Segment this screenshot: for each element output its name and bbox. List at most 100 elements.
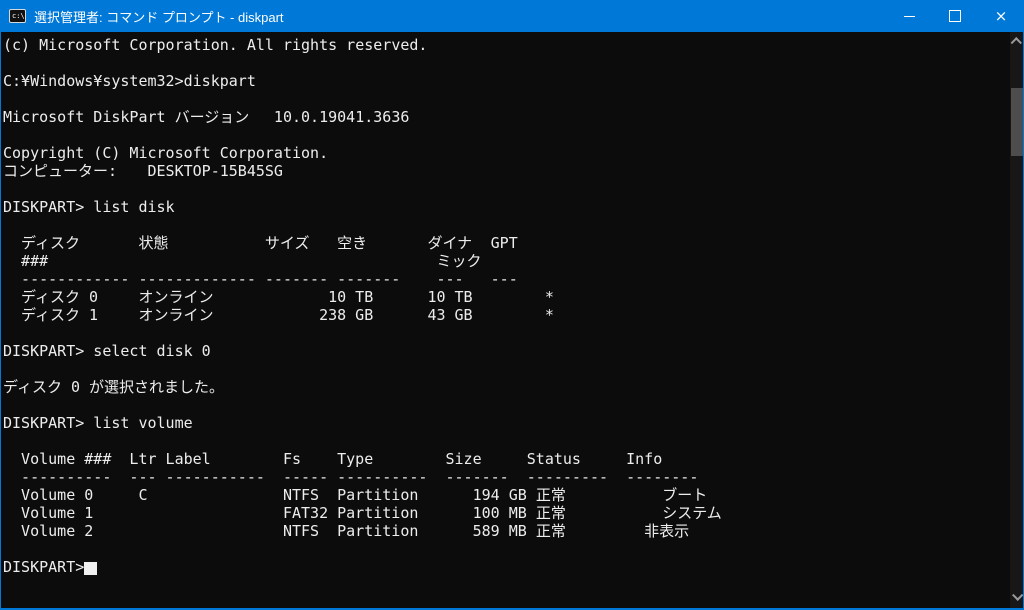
console-text: DISKPART> list disk — [3, 198, 175, 216]
console-text: --- — [490, 270, 518, 288]
console-text: システム — [662, 504, 722, 522]
console-text: ---------- — [337, 468, 428, 486]
console-text: ディスク 1 — [21, 306, 99, 324]
console-text: ------------- — [138, 270, 256, 288]
console-text: Label — [165, 450, 211, 468]
console-text: 10.0.19041.3636 — [273, 108, 410, 126]
console-text: 194 GB — [472, 486, 527, 504]
console-line: DISKPART> list volume — [3, 414, 1003, 432]
console-text: Partition — [337, 504, 419, 522]
console-text: 状態 — [138, 234, 169, 252]
console-text: 589 MB — [472, 522, 527, 540]
console-text: 10 TB — [328, 288, 374, 306]
console-text: Partition — [337, 522, 419, 540]
console-text: ------- — [337, 270, 401, 288]
console-text: 100 MB — [472, 504, 527, 522]
console-text: ------- — [445, 468, 509, 486]
console-line: ディスク 状態 サイズ 空き ダイナ GPT — [3, 234, 1003, 252]
console-line: ----------------------------------------… — [3, 270, 1003, 288]
console-text: 10 TB — [427, 288, 473, 306]
console-text: DISKPART> list volume — [3, 414, 193, 432]
console-line: Volume ### Ltr Label Fs Type Size Status Info — [3, 450, 1003, 468]
console-line: ディスク 0 が選択されました。 — [3, 378, 1003, 396]
console-text: ディスク 0 が選択されました。 — [3, 378, 225, 396]
console-text: Size — [445, 450, 482, 468]
console-text: 43 GB — [427, 306, 473, 324]
console-line: DISKPART> select disk 0 — [3, 342, 1003, 360]
maximize-button[interactable] — [932, 0, 978, 32]
close-button[interactable]: × — [978, 0, 1024, 32]
scrollbar-thumb[interactable] — [1011, 88, 1023, 156]
chevron-down-icon — [1012, 589, 1024, 601]
console-line: DISKPART> — [3, 558, 1003, 576]
console-text: オンライン — [138, 288, 214, 306]
console-text: DISKPART> select disk 0 — [3, 342, 211, 360]
console-text: Fs — [282, 450, 302, 468]
console-text: コンピューター: — [3, 162, 118, 180]
console-text: ### — [21, 252, 49, 270]
console-text: ディスク 0 — [21, 288, 99, 306]
console-text: 238 GB — [319, 306, 374, 324]
console-line: Copyright (C) Microsoft Corporation. — [3, 144, 1003, 162]
console-line: ディスク 0 オンライン 10 TB 10 TB * — [3, 288, 1003, 306]
vertical-scrollbar[interactable] — [1010, 32, 1024, 608]
chevron-up-icon — [1010, 37, 1022, 49]
console-text: Volume 1 — [21, 504, 94, 522]
console-line: (c) Microsoft Corporation. All rights re… — [3, 36, 1003, 54]
console-text: --------- — [526, 468, 609, 486]
console-text: Ltr — [129, 450, 157, 468]
console-line: Volume 2 NTFS Partition 589 MB 正常 非表示 — [3, 522, 1003, 540]
console-output[interactable]: (c) Microsoft Corporation. All rights re… — [0, 32, 1010, 608]
console-text: ----------- — [165, 468, 265, 486]
console-text: NTFS — [282, 522, 320, 540]
console-text: ------- — [264, 270, 329, 288]
cmd-window: c:\ 選択管理者: コマンド プロンプト - diskpart × (c) M… — [0, 0, 1024, 610]
console-line: ディスク 1 オンライン 238 GB 43 GB * — [3, 306, 1003, 324]
console-text: DISKPART> — [3, 558, 85, 576]
console-line: Volume 1 FAT32 Partition 100 MB 正常 システム — [3, 504, 1003, 522]
console-line: Volume 0 C NTFS Partition 194 GB 正常 ブート — [3, 486, 1003, 504]
console-line: Microsoft DiskPart バージョン 10.0.19041.3636 — [3, 108, 1003, 126]
minimize-button[interactable] — [886, 0, 932, 32]
console-text: 正常 — [535, 522, 566, 540]
console-text: ----- — [282, 468, 329, 486]
console-line: コンピューター: DESKTOP-15B45SG — [3, 162, 1003, 180]
console-text: 正常 — [535, 504, 566, 522]
console-text: ディスク — [21, 234, 80, 252]
console-text: Type — [337, 450, 374, 468]
console-text: * — [544, 288, 554, 306]
console-text: --- — [436, 270, 464, 288]
console-line: C:¥Windows¥system32>diskpart — [3, 72, 1003, 90]
console-text: サイズ — [264, 234, 310, 252]
console-text: Copyright (C) Microsoft Corporation. — [3, 144, 329, 162]
console-line: ----------------------------------------… — [3, 468, 1003, 486]
console-text: 非表示 — [644, 522, 690, 540]
maximize-icon — [949, 10, 961, 22]
console-text: ダイナ — [427, 234, 473, 252]
console-text: ---------- — [21, 468, 112, 486]
console-text: C:¥Windows¥system32>diskpart — [3, 72, 256, 90]
console-text: Microsoft DiskPart — [3, 108, 166, 126]
minimize-icon — [903, 15, 915, 17]
console-text: GPT — [490, 234, 518, 252]
title-bar[interactable]: c:\ 選択管理者: コマンド プロンプト - diskpart × — [0, 0, 1024, 32]
console-text: バージョン — [174, 108, 250, 126]
scroll-down-button[interactable] — [1010, 588, 1024, 604]
console-text: Volume ### — [21, 450, 112, 468]
console-text: Volume 0 — [21, 486, 94, 504]
console-text: 空き — [337, 234, 368, 252]
cmd-icon: c:\ — [9, 9, 26, 23]
console-text: Volume 2 — [21, 522, 94, 540]
console-text: FAT32 — [282, 504, 329, 522]
console-text: (c) Microsoft Corporation. All rights re… — [3, 36, 428, 54]
scroll-up-button[interactable] — [1010, 34, 1024, 50]
console-text: Status — [526, 450, 581, 468]
console-text: C — [138, 486, 148, 504]
console-text: Info — [626, 450, 663, 468]
console-text: オンライン — [138, 306, 214, 324]
console-text: ブート — [662, 486, 708, 504]
close-icon: × — [994, 6, 1008, 25]
console-text: -------- — [626, 468, 699, 486]
console-text: * — [544, 306, 554, 324]
console-text: ミック — [436, 252, 482, 270]
